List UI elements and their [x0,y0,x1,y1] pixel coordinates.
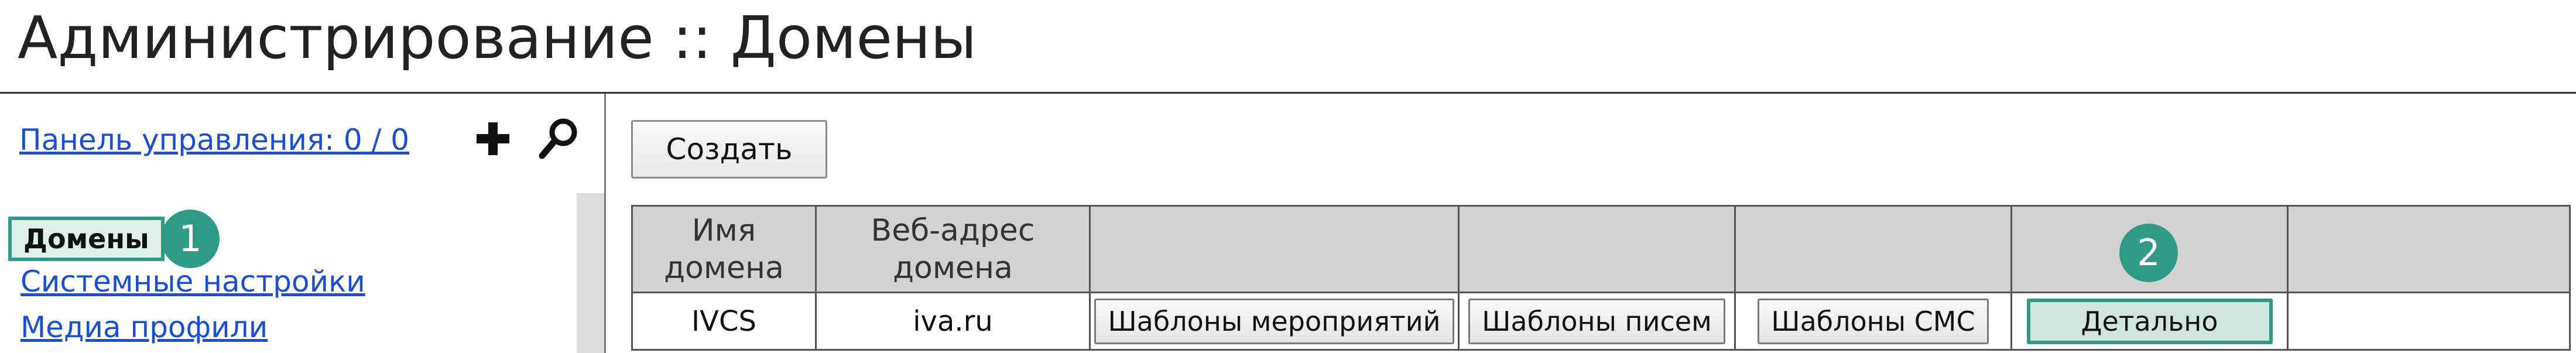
sidebar-item-domains[interactable]: Домены [8,217,165,261]
sidebar-item-media-profiles[interactable]: Медиа профили [20,310,268,344]
table-header-row: Имя домена Веб-адрес домена [631,205,2571,293]
sms-templates-button[interactable]: Шаблоны СМС [1758,298,1989,344]
sidebar-divider [604,94,606,353]
cell-events-templates: Шаблоны мероприятий [1089,292,1460,351]
column-header-letters [1458,205,1736,293]
cell-domain-name: IVCS [631,292,817,351]
cell-letter-templates: Шаблоны писем [1458,292,1736,351]
cell-web-address: iva.ru [815,292,1091,351]
cell-extra [2287,292,2571,351]
sidebar-scrollbar[interactable] [577,193,604,353]
table-row: IVCS iva.ru Шаблоны мероприятий Шаблоны … [631,292,2571,351]
column-header-sms [1734,205,2012,293]
plus-icon[interactable] [474,120,512,157]
cell-details: Детально [2010,292,2289,351]
details-button[interactable]: Детально [2026,298,2273,344]
column-header-events [1089,205,1460,293]
column-header-web-address: Веб-адрес домена [815,205,1091,293]
events-templates-button[interactable]: Шаблоны мероприятий [1094,298,1454,344]
column-header-extra [2287,205,2571,293]
step-badge-1: 1 [161,210,220,268]
search-icon[interactable] [537,116,580,160]
create-button[interactable]: Создать [631,120,827,179]
domains-table: Имя домена Веб-адрес домена IVCS iva.ru … [631,205,2571,351]
page-title: Администрирование :: Домены [18,4,977,72]
dashboard-link[interactable]: Панель управления: 0 / 0 [19,123,409,157]
column-header-domain-name: Имя домена [631,205,817,293]
letter-templates-button[interactable]: Шаблоны писем [1468,298,1725,344]
title-divider [0,92,2576,94]
step-badge-2: 2 [2119,224,2178,282]
cell-sms-templates: Шаблоны СМС [1734,292,2012,351]
sidebar-item-system-settings[interactable]: Системные настройки [20,265,365,299]
